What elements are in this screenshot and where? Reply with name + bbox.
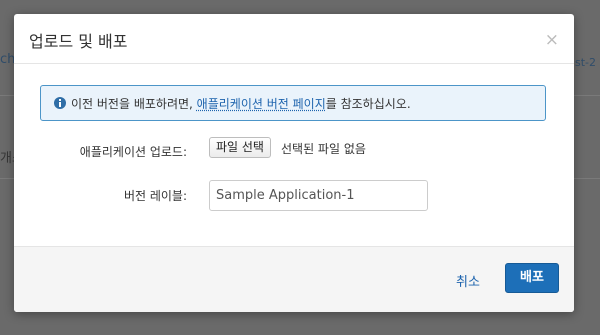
upload-label: 애플리케이션 업로드: <box>79 145 187 159</box>
dialog-title: 업로드 및 배포 <box>29 32 128 51</box>
deploy-button[interactable]: 배포 <box>505 263 559 293</box>
cancel-button[interactable]: 취소 <box>456 271 480 290</box>
file-status-text: 선택된 파일 없음 <box>281 142 366 156</box>
info-text-after: 를 참조하십시오. <box>325 97 411 111</box>
dialog-footer <box>14 246 574 312</box>
info-circle-icon <box>54 97 66 109</box>
info-text-before: 이전 버전을 배포하려면, <box>71 97 197 111</box>
close-icon[interactable]: × <box>545 32 559 49</box>
info-alert: 이전 버전을 배포하려면, 애플리케이션 버전 페이지를 참조하십시오. <box>40 85 546 121</box>
dialog-header: 업로드 및 배포 × <box>14 14 574 64</box>
upload-deploy-dialog: 업로드 및 배포 × 이전 버전을 배포하려면, 애플리케이션 버전 페이지를 … <box>14 14 574 312</box>
version-label-input[interactable] <box>209 180 428 211</box>
application-versions-link[interactable]: 애플리케이션 버전 페이지 <box>197 97 326 111</box>
info-message: 이전 버전을 배포하려면, 애플리케이션 버전 페이지를 참조하십시오. <box>71 95 411 112</box>
version-label: 버전 레이블: <box>123 189 187 203</box>
background-fragment: st-2 <box>575 56 597 69</box>
choose-file-button[interactable]: 파일 선택 <box>209 137 271 158</box>
